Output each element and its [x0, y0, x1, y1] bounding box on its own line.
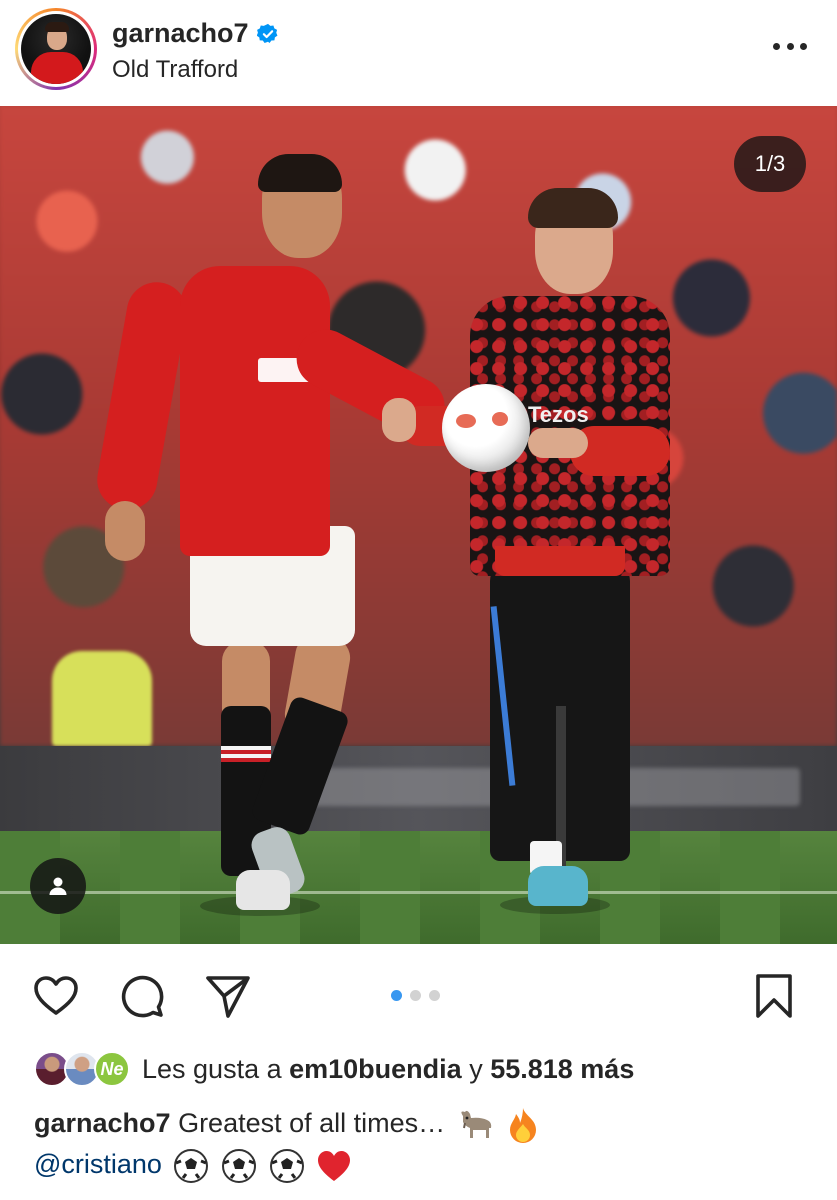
- verified-badge-icon: [256, 23, 277, 43]
- carousel-dot: [429, 990, 440, 1001]
- goat-emoji: [461, 1110, 491, 1138]
- carousel-counter: 1/3: [734, 136, 806, 192]
- user-tag-icon[interactable]: [30, 858, 86, 914]
- red-heart-emoji: [318, 1150, 351, 1181]
- shirt-sponsor-text: Tezos: [528, 402, 589, 427]
- likes-count[interactable]: 55.818 más: [490, 1054, 634, 1084]
- caption-text: Greatest of all times…: [178, 1108, 446, 1138]
- likes-summary[interactable]: Ne Les gusta a em10buendia y 55.818 más: [34, 1048, 634, 1090]
- avatar-photo: [21, 14, 91, 84]
- pitch-grass: [0, 831, 837, 944]
- carousel-dot: [410, 990, 421, 1001]
- soccer-ball-emoji: [269, 1148, 304, 1183]
- more-options-icon[interactable]: [773, 36, 807, 56]
- mention-link[interactable]: @cristiano: [34, 1149, 162, 1179]
- likes-prefix: Les gusta a: [142, 1053, 282, 1084]
- username[interactable]: garnacho7: [112, 18, 249, 49]
- fire-emoji: [510, 1107, 537, 1143]
- heart-icon[interactable]: [30, 972, 82, 1020]
- liker-username[interactable]: em10buendia: [289, 1054, 462, 1084]
- post-header: garnacho7 Old Trafford: [0, 0, 837, 106]
- caption-username[interactable]: garnacho7: [34, 1108, 171, 1138]
- carousel-dots: [391, 990, 440, 1001]
- advertising-board: [0, 746, 837, 831]
- location-link[interactable]: Old Trafford: [112, 56, 238, 84]
- liker-avatar: Ne: [94, 1051, 130, 1087]
- send-icon[interactable]: [202, 972, 254, 1020]
- likes-joiner: y: [469, 1053, 483, 1084]
- comment-icon[interactable]: [116, 972, 168, 1020]
- post-caption: garnacho7 Greatest of all times… @cristi…: [34, 1103, 814, 1184]
- steward-figure: [52, 651, 152, 746]
- post-photo[interactable]: Tezos 1/3: [0, 106, 837, 944]
- player-one-shirt: [180, 266, 330, 556]
- football: [442, 384, 530, 472]
- soccer-ball-emoji: [221, 1148, 256, 1183]
- soccer-ball-emoji: [174, 1148, 209, 1183]
- liker-avatars: Ne: [34, 1049, 132, 1089]
- profile-avatar[interactable]: [15, 8, 97, 90]
- bookmark-icon[interactable]: [748, 972, 800, 1020]
- carousel-dot-active: [391, 990, 402, 1001]
